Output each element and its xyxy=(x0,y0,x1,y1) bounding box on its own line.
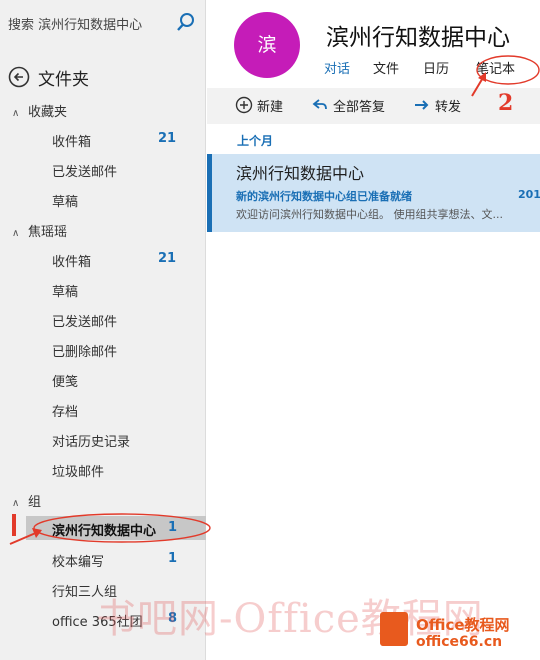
message-preview: 欢迎访问滨州行知数据中心组。 使用组共享想法、文... xyxy=(236,208,503,221)
sidebar-item-favorites-sent[interactable]: 已发送邮件 xyxy=(52,161,117,180)
message-list-item[interactable]: 滨州行知数据中心 新的滨州行知数据中心组已准备就绪 201 欢迎访问滨州行知数据… xyxy=(207,154,540,232)
sidebar-item-inbox[interactable]: 收件箱 xyxy=(52,251,91,270)
office-logo-icon xyxy=(380,612,408,646)
account-group-header[interactable]: ∧ 焦瑶瑶 xyxy=(12,221,67,240)
message-date: 201 xyxy=(518,188,540,201)
unread-count: 21 xyxy=(158,131,177,146)
watermark-logo-text: Office教程网 xyxy=(416,616,510,634)
sidebar-item-favorites-drafts[interactable]: 草稿 xyxy=(52,191,78,210)
search-bar[interactable]: 搜索 滨州行知数据中心 xyxy=(0,0,206,46)
groups-group-header[interactable]: ∧ 组 xyxy=(12,491,41,510)
plus-icon xyxy=(235,96,253,114)
search-icon[interactable] xyxy=(176,12,196,32)
favorites-group-header[interactable]: ∧ 收藏夹 xyxy=(12,101,67,120)
folders-title: 文件夹 xyxy=(38,70,89,90)
annotation-circle xyxy=(9,513,211,545)
unread-count: 1 xyxy=(168,551,178,566)
tab-conversation[interactable]: 对话 xyxy=(324,58,350,77)
tab-calendar[interactable]: 日历 xyxy=(423,58,449,77)
sidebar-item-drafts[interactable]: 草稿 xyxy=(52,281,78,300)
group-title: 滨州行知数据中心 xyxy=(326,25,510,51)
sidebar-item-deleted[interactable]: 已删除邮件 xyxy=(52,341,117,360)
watermark-logo-url: office66.cn xyxy=(416,634,503,650)
new-button[interactable]: 新建 xyxy=(235,96,295,116)
chevron-up-icon[interactable]: ∧ xyxy=(12,498,28,509)
message-subject: 新的滨州行知数据中心组已准备就绪 xyxy=(236,190,412,203)
sidebar-item-favorites-inbox[interactable]: 收件箱 xyxy=(52,131,91,150)
unread-count: 21 xyxy=(158,251,177,266)
sidebar-item-junk[interactable]: 垃圾邮件 xyxy=(52,461,104,480)
reply-all-button[interactable]: 全部答复 xyxy=(311,96,393,116)
tab-files[interactable]: 文件 xyxy=(373,58,399,77)
sidebar-item-group[interactable]: 校本编写 xyxy=(52,551,104,570)
sidebar-item-sent[interactable]: 已发送邮件 xyxy=(52,311,117,330)
section-label: 上个月 xyxy=(237,134,274,148)
chevron-up-icon[interactable]: ∧ xyxy=(12,228,28,239)
chevron-up-icon[interactable]: ∧ xyxy=(12,108,28,119)
group-avatar: 滨 xyxy=(234,12,300,78)
message-sender: 滨州行知数据中心 xyxy=(236,164,365,183)
sidebar-item-conversation-history[interactable]: 对话历史记录 xyxy=(52,431,130,450)
sidebar: 搜索 滨州行知数据中心 文件夹 ∧ 收藏夹 收件箱 21 已发送邮件 草稿 ∧ 焦瑶… xyxy=(0,0,206,660)
sidebar-item-archive[interactable]: 存档 xyxy=(52,401,78,420)
search-input[interactable]: 搜索 滨州行知数据中心 xyxy=(8,14,142,33)
annotation-number: 2 xyxy=(498,90,514,116)
back-arrow-icon[interactable] xyxy=(8,66,30,88)
reply-all-icon xyxy=(312,99,327,110)
sidebar-item-notes[interactable]: 便笺 xyxy=(52,371,78,390)
forward-arrow-icon xyxy=(415,100,429,110)
